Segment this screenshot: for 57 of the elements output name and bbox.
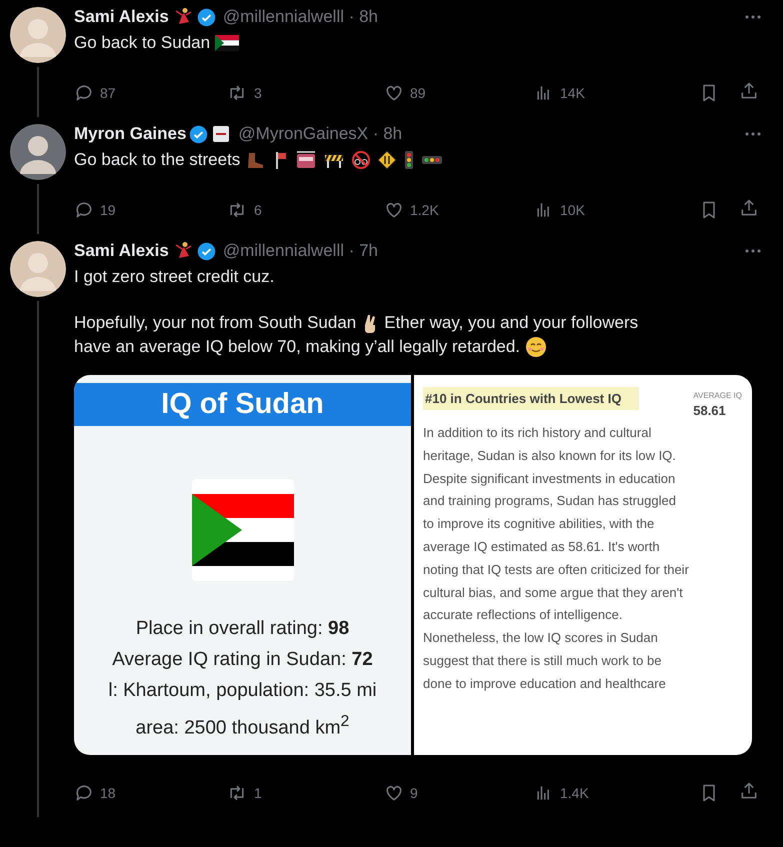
- like-count: 9: [410, 785, 418, 801]
- article-text: In addition to its rich history and cultural heritage, Sudan is also known for its low IQ. Despite significant investments in education and training programs, Sudan has struggled to improve its cognitive abilities, with the average IQ estimated as 58.61. It's worth noting that IQ tests are often criticized for their cultural bias, and some argue that they aren't accurate reflections of intelligence. Nonetheless, the low IQ scores in Sudan suggest that there is still much work to be done to improve education and healthcare: [423, 424, 689, 693]
- avatar[interactable]: [10, 124, 66, 180]
- view-count: 14K: [560, 85, 585, 101]
- panel-title: IQ of Sudan: [161, 388, 324, 421]
- stat-text: l: Khartoum, population: 35.5 mi: [108, 679, 377, 703]
- road-sign-icon: [377, 150, 398, 170]
- article-heading: #10 in Countries with Lowest IQ: [423, 387, 640, 410]
- no-bicycle-icon: [351, 150, 372, 170]
- more-icon[interactable]: [745, 132, 761, 136]
- tweet-text: have an average IQ below 70, making y’all legally retarded.: [74, 336, 520, 358]
- share-icon[interactable]: [739, 198, 759, 218]
- tweet-text: Hopefully, your not from South Sudan: [74, 312, 356, 334]
- flag-icon: [215, 35, 240, 51]
- avatar[interactable]: [10, 7, 66, 63]
- reply-count: 87: [100, 85, 116, 101]
- smiling-face-icon: [525, 336, 548, 358]
- reply-icon[interactable]: [74, 200, 94, 220]
- tweet-text: Go back to the streets: [74, 149, 240, 171]
- tweet-text: I got zero street credit cuz.: [74, 266, 274, 288]
- repost-count: 3: [254, 85, 262, 101]
- average-value: 58.61: [693, 403, 726, 418]
- repost-count: 1: [254, 785, 262, 801]
- repost-count: 6: [254, 202, 262, 218]
- share-icon[interactable]: [739, 780, 759, 800]
- stat-text: area: 2500 thousand km$^{2}$: [136, 712, 350, 740]
- reply-count: 18: [100, 785, 116, 801]
- traffic-light-icon: [421, 153, 444, 167]
- tweet-text: Go back to Sudan: [74, 32, 210, 54]
- author-name[interactable]: Sami Alexis: [74, 241, 169, 261]
- flag-icon: [192, 494, 294, 566]
- traffic-light-icon: [403, 150, 416, 170]
- average-label: AVERAGE IQ: [693, 391, 742, 400]
- author-name[interactable]: Sami Alexis: [74, 7, 169, 27]
- handle-and-time[interactable]: @millennialwelll · 7h: [222, 241, 378, 261]
- stat-text: Average IQ rating in Sudan: 72: [112, 648, 373, 672]
- affiliate-icon: [212, 125, 230, 143]
- handle-and-time[interactable]: @millennialwelll · 8h: [222, 7, 378, 27]
- share-icon[interactable]: [739, 80, 759, 100]
- like-count: 89: [410, 85, 426, 101]
- stat-text: Place in overall rating: 98: [136, 617, 350, 641]
- author-name[interactable]: Myron Gaines: [74, 124, 186, 144]
- like-icon[interactable]: [384, 83, 404, 103]
- like-count: 1.2K: [410, 202, 439, 218]
- tram-icon: [295, 150, 318, 170]
- reply-icon[interactable]: [74, 783, 94, 803]
- reply-count: 19: [100, 202, 116, 218]
- avatar[interactable]: [10, 241, 66, 297]
- like-icon[interactable]: [384, 200, 404, 220]
- view-count: 10K: [560, 202, 585, 218]
- handle-and-time[interactable]: @MyronGainesX · 8h: [238, 124, 402, 144]
- like-icon[interactable]: [384, 783, 404, 803]
- tweet-text: Ether way, you and your followers: [384, 312, 638, 334]
- more-icon[interactable]: [745, 249, 761, 253]
- more-icon[interactable]: [745, 15, 761, 19]
- reply-icon[interactable]: [74, 83, 94, 103]
- view-count: 1.4K: [560, 785, 589, 801]
